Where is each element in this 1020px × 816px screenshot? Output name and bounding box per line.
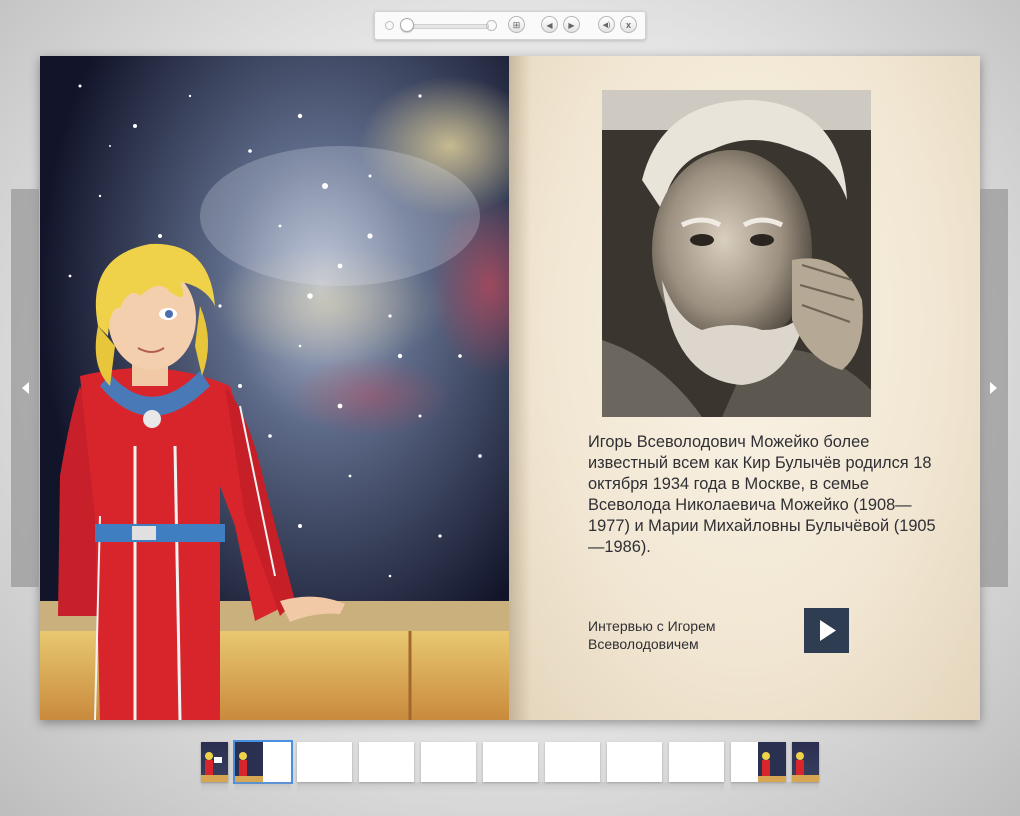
interview-label[interactable]: Интервью с Игорем Всеволодовичем [588,617,758,653]
close-icon[interactable]: x [620,16,637,33]
thumbnail-page-4-5[interactable] [297,742,352,782]
right-page[interactable]: Игорь Всеволодович Можейко более известн… [509,56,980,720]
previous-page-side-button[interactable] [11,189,39,587]
thumbnail-page-10-11[interactable] [483,742,538,782]
author-photo-image [602,90,871,417]
play-interview-button[interactable] [804,608,849,653]
zoom-slider-thumb[interactable] [400,18,414,32]
author-portrait [602,90,871,417]
thumbnail-reflection [731,782,819,792]
book-spread: Игорь Всеволодович Можейко более известн… [40,56,980,720]
thumbnail-page-16-17[interactable] [669,742,724,782]
thumbnail-page-1[interactable] [201,742,228,782]
thumbnail-reflection [235,782,291,792]
thumbnail-reflection [297,782,724,792]
previous-page-icon[interactable]: ◀ [541,16,558,33]
thumbnail-reflection [201,782,228,792]
zoom-slider-track[interactable] [401,24,489,29]
thumbnail-page-6-7[interactable] [359,742,414,782]
sound-icon[interactable]: ◀) [598,16,615,33]
thumbnail-page-18-19[interactable] [731,742,786,782]
left-arrow-icon [22,382,29,394]
thumbnail-page-8-9[interactable] [421,742,476,782]
zoom-in-icon[interactable] [486,20,497,31]
thumbnail-back-cover[interactable] [792,742,819,782]
thumbnail-strip [0,740,1020,792]
thumbnail-page-14-15[interactable] [607,742,662,782]
next-page-icon[interactable]: ▶ [563,16,580,33]
space-girl-illustration [40,56,509,720]
thumbnail-page-12-13[interactable] [545,742,600,782]
left-page[interactable] [40,56,509,720]
flipbook-toolbar: ⊞ ◀ ▶ ◀) x [374,11,646,40]
play-icon [820,620,836,641]
zoom-out-icon[interactable] [385,21,394,30]
right-arrow-icon [990,382,997,394]
grid-icon[interactable]: ⊞ [508,16,525,33]
author-bio-text: Игорь Всеволодович Можейко более известн… [588,433,936,556]
thumbnail-page-2-3[interactable] [233,740,293,784]
next-page-side-button[interactable] [980,189,1008,587]
